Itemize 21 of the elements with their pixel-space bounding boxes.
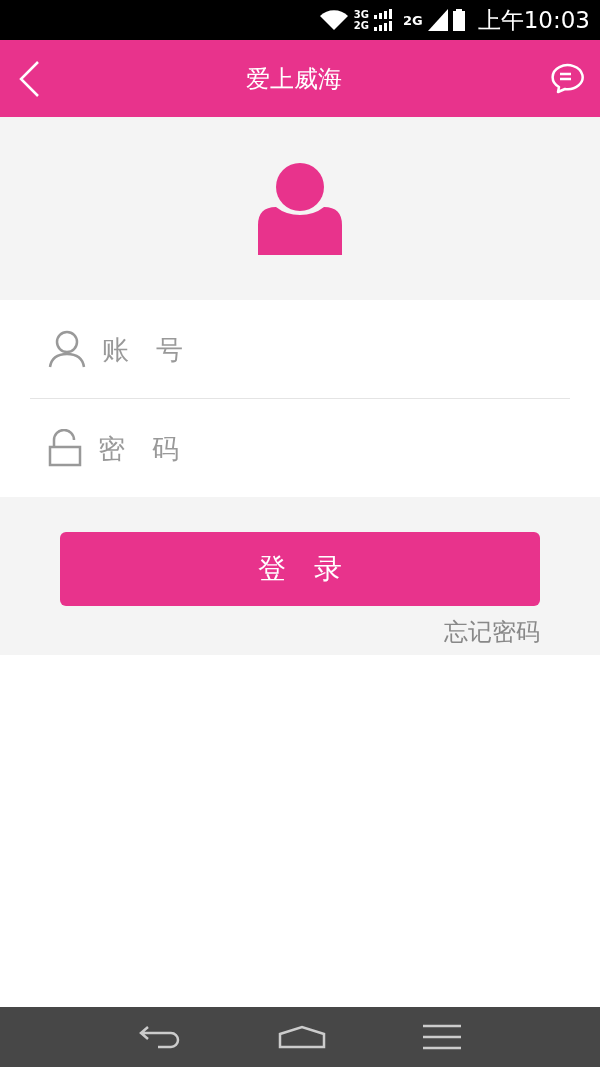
home-icon[interactable] xyxy=(278,1025,326,1049)
user-avatar-icon xyxy=(258,162,342,255)
network-type: 2G xyxy=(353,20,369,31)
clock: 上午10:03 xyxy=(477,5,590,35)
network-type: 3G xyxy=(353,9,369,20)
signal-icon xyxy=(374,9,394,31)
padlock-icon xyxy=(48,429,82,467)
signal-icon xyxy=(427,9,448,31)
person-icon xyxy=(48,330,86,368)
wifi-icon xyxy=(318,9,349,31)
menu-icon[interactable] xyxy=(422,1024,462,1050)
password-field[interactable]: 密 码 xyxy=(96,431,500,465)
back-icon[interactable] xyxy=(138,1024,182,1050)
battery-icon xyxy=(452,9,465,31)
account-field[interactable]: 账 号 xyxy=(100,332,504,366)
page-title: 爱上威海 xyxy=(246,63,342,95)
back-icon[interactable] xyxy=(18,60,40,97)
forgot-password-link[interactable]: 忘记密码 xyxy=(444,616,540,648)
message-icon[interactable] xyxy=(548,61,584,96)
network-type: 2G xyxy=(403,12,423,28)
login-button[interactable]: 登 录 xyxy=(60,532,540,606)
